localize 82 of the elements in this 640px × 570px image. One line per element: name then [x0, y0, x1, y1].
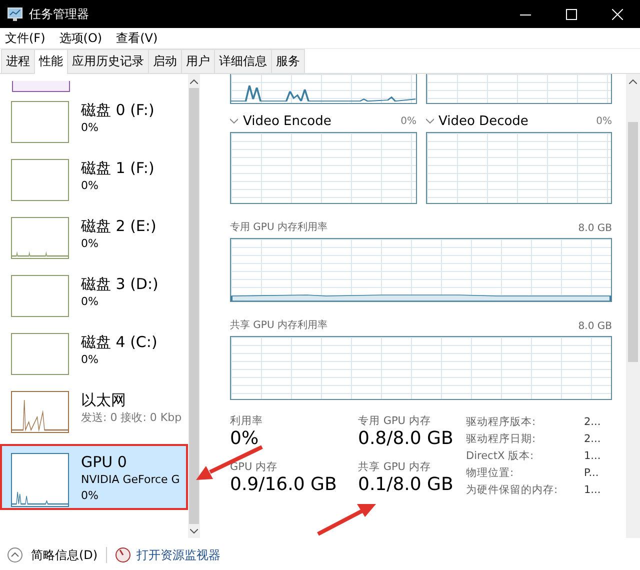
device-detail: 0%	[81, 178, 100, 194]
stat-value: 0%	[230, 428, 260, 450]
resource-monitor-link[interactable]: 打开资源监视器	[114, 546, 221, 564]
tab[interactable]: 用户	[181, 49, 215, 73]
sidebar-item[interactable]: 磁盘 0 (F:) 0%	[0, 92, 188, 150]
stat-value: 0.8/8.0 GB	[358, 428, 454, 450]
device-name: 以太网	[81, 391, 127, 410]
device-name: 磁盘 3 (D:)	[81, 275, 158, 294]
menu-item[interactable]: 选项(O)	[59, 30, 102, 46]
close-icon	[612, 8, 622, 20]
graph-label: 专用 GPU 内存利用率	[230, 220, 328, 234]
usage-graph	[11, 101, 69, 143]
usage-graph	[11, 159, 69, 201]
menu-item[interactable]: 文件(F)	[5, 30, 46, 46]
engine-label: Video Encode	[243, 114, 332, 128]
annotation-arrow	[317, 504, 376, 536]
device-name: 磁盘 0 (F:)	[81, 101, 154, 120]
maximize-icon	[566, 8, 576, 20]
detail-value: P...	[584, 466, 600, 481]
sidebar-item[interactable]: 磁盘 1 (F:) 0%	[0, 150, 188, 208]
usage-graph	[11, 275, 69, 317]
device-name: 磁盘 2 (E:)	[81, 217, 156, 236]
scroll-up-icon[interactable]	[629, 78, 637, 84]
detail-value: 1...	[584, 449, 601, 464]
detail-value: 1...	[584, 483, 601, 498]
device-detail: 0%	[81, 488, 100, 504]
engine-value: 0%	[400, 116, 416, 126]
detail-label: 为硬件保留的内存:	[466, 483, 559, 498]
window-title: 任务管理器	[29, 6, 90, 22]
engine-label: Video Decode	[438, 114, 530, 128]
tab[interactable]: 详细信息	[214, 49, 272, 73]
device-name: 磁盘 4 (C:)	[81, 333, 158, 352]
usage-graph	[12, 81, 70, 92]
stat-label: 共享 GPU 内存	[358, 460, 432, 474]
detail-label: 驱动程序日期:	[466, 432, 537, 447]
scrollbar[interactable]	[626, 74, 640, 538]
tab[interactable]: 应用历史记录	[67, 49, 149, 73]
sidebar-item[interactable]: GPU 0 NVIDIA GeForce G 0%	[0, 444, 188, 510]
stat-value: 0.9/16.0 GB	[230, 474, 338, 496]
tab[interactable]: 进程	[1, 49, 35, 73]
scroll-down-icon[interactable]	[190, 528, 198, 534]
tab[interactable]: 服务	[271, 49, 305, 73]
gauge-icon	[114, 547, 131, 563]
device-name: GPU 0	[81, 453, 128, 472]
detail-label: DirectX 版本:	[466, 449, 535, 464]
sidebar-item[interactable]: 磁盘 4 (C:) 0%	[0, 324, 188, 382]
usage-graph	[11, 391, 69, 433]
app-icon	[7, 7, 23, 21]
summary-button[interactable]: 简略信息(D)	[31, 546, 98, 564]
device-detail: 0%	[81, 120, 100, 136]
device-detail: 0%	[81, 352, 100, 368]
scroll-up-icon[interactable]	[190, 78, 198, 84]
graph-max: 8.0 GB	[578, 321, 612, 332]
tab[interactable]: 启动	[148, 49, 182, 73]
collapse-icon[interactable]	[7, 547, 23, 563]
graph-max: 8.0 GB	[578, 223, 612, 234]
sidebar-item[interactable]: 磁盘 2 (E:) 0%	[0, 208, 188, 266]
device-detail: NVIDIA GeForce G	[81, 472, 180, 488]
graph-label: 共享 GPU 内存利用率	[230, 318, 328, 332]
usage-graph	[11, 453, 69, 507]
detail-label: 物理位置:	[466, 466, 515, 481]
detail-value: 2...	[584, 415, 601, 430]
stat-value: 0.1/8.0 GB	[358, 474, 454, 496]
chevron-icon[interactable]	[426, 118, 434, 124]
sidebar-item[interactable]: 以太网 发送: 0 接收: 0 Kbp	[0, 382, 188, 440]
engine-value: 0%	[596, 116, 612, 126]
tab[interactable]: 性能	[34, 49, 68, 74]
device-detail: 0%	[81, 294, 100, 310]
device-name: 磁盘 1 (F:)	[81, 159, 154, 178]
device-detail: 0%	[81, 236, 100, 252]
usage-graph	[11, 333, 69, 375]
device-detail: 发送: 0 接收: 0 Kbp	[81, 410, 182, 426]
scrollbar[interactable]	[188, 74, 200, 538]
detail-value: 2...	[584, 432, 601, 447]
stat-label: GPU 内存	[230, 460, 278, 474]
usage-graph	[11, 217, 69, 259]
chevron-icon[interactable]	[230, 118, 238, 124]
detail-label: 驱动程序版本:	[466, 415, 537, 430]
sidebar-item[interactable]: 磁盘 3 (D:) 0%	[0, 266, 188, 324]
stat-label: 利用率	[230, 414, 264, 428]
stat-label: 专用 GPU 内存	[358, 414, 432, 428]
menu-item[interactable]: 查看(V)	[116, 30, 158, 46]
